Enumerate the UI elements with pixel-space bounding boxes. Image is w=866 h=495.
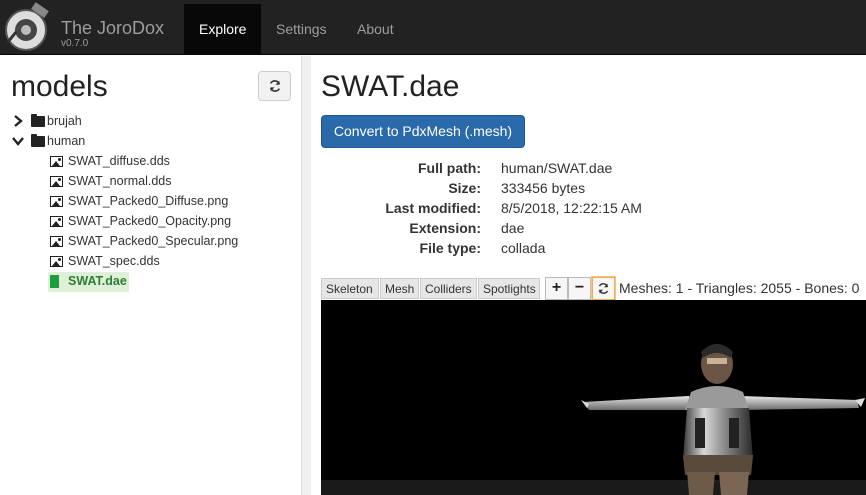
tree-file[interactable]: SWAT_diffuse.dds [50, 152, 250, 172]
info-row: Size: 333456 bytes [321, 180, 721, 200]
info-key: Size: [448, 180, 481, 196]
tab-skeleton[interactable]: Skeleton [321, 278, 379, 299]
info-key: Last modified: [385, 200, 481, 216]
info-key: Full path: [418, 160, 481, 176]
info-value: 8/5/2018, 12:22:15 AM [501, 200, 642, 216]
zoom-out-button[interactable]: − [568, 277, 591, 300]
tree-file[interactable]: SWAT_Packed0_Diffuse.png [50, 192, 250, 212]
tree-label: SWAT_normal.dds [68, 174, 172, 188]
chevron-right-icon[interactable] [12, 114, 24, 128]
file-browser: models brujah human SWAT_diffuse.dds SWA… [0, 56, 301, 495]
zoom-in-button[interactable]: + [545, 277, 568, 300]
info-value: human/SWAT.dae [501, 160, 613, 176]
info-row: File type: collada [321, 240, 721, 260]
chevron-down-icon[interactable] [12, 134, 24, 148]
info-row: Last modified: 8/5/2018, 12:22:15 AM [321, 200, 721, 220]
model-render [321, 344, 866, 495]
tree-file[interactable]: SWAT_normal.dds [50, 172, 250, 192]
tree-label: SWAT_diffuse.dds [68, 154, 170, 168]
tree-folder-human[interactable]: human [12, 132, 132, 152]
tree-label: SWAT_Packed0_Diffuse.png [68, 194, 229, 208]
app-title[interactable]: The JoroDox [61, 18, 164, 39]
folder-icon [31, 114, 45, 127]
image-file-icon [50, 256, 63, 267]
image-file-icon [50, 176, 63, 187]
panel-splitter[interactable] [301, 56, 311, 495]
image-file-icon [50, 216, 63, 227]
nav-explore[interactable]: Explore [184, 4, 262, 55]
info-row: Extension: dae [321, 220, 721, 240]
image-file-icon [50, 156, 63, 167]
navbar: The JoroDox v0.7.0 Explore Settings Abou… [0, 0, 866, 55]
file-title: SWAT.dae [321, 70, 460, 103]
info-row: Full path: human/SWAT.dae [321, 160, 721, 180]
info-value: dae [501, 220, 525, 236]
nav-settings[interactable]: Settings [261, 4, 342, 55]
file-icon [50, 275, 59, 288]
convert-button[interactable]: Convert to PdxMesh (.mesh) [321, 115, 525, 148]
tree-file[interactable]: SWAT_Packed0_Specular.png [50, 232, 260, 252]
tab-spotlights[interactable]: Spotlights [478, 278, 540, 299]
info-key: File type: [419, 240, 481, 256]
minus-icon: − [574, 279, 585, 296]
reset-view-button[interactable] [592, 277, 615, 300]
models-heading: models [11, 70, 108, 103]
refresh-icon [598, 283, 609, 294]
mesh-stats: Meshes: 1 - Triangles: 2055 - Bones: 0 [619, 280, 860, 296]
tree-folder-brujah[interactable]: brujah [12, 112, 132, 132]
tree-file-selected[interactable]: SWAT.dae [48, 272, 129, 292]
refresh-button[interactable] [258, 71, 291, 101]
image-file-icon [50, 196, 63, 207]
tree-label: SWAT_spec.dds [68, 254, 160, 268]
tree-label: human [47, 134, 86, 148]
info-value: collada [501, 240, 546, 256]
tree-file[interactable]: SWAT_spec.dds [50, 252, 250, 272]
tree-label: SWAT_Packed0_Specular.png [68, 234, 239, 248]
tree-label: brujah [47, 114, 82, 128]
tree-label: SWAT.dae [68, 274, 127, 288]
info-key: Extension: [409, 220, 481, 236]
info-value: 333456 bytes [501, 180, 586, 196]
tab-mesh[interactable]: Mesh [380, 278, 419, 299]
app-version: v0.7.0 [61, 38, 89, 49]
3d-viewport[interactable] [321, 300, 866, 495]
tab-colliders[interactable]: Colliders [420, 278, 477, 299]
nav-about[interactable]: About [342, 4, 409, 55]
plus-icon: + [551, 279, 562, 296]
tree-label: SWAT_Packed0_Opacity.png [68, 214, 232, 228]
refresh-icon [269, 80, 280, 92]
app-logo-icon [5, 2, 49, 51]
folder-open-icon [31, 134, 45, 147]
image-file-icon [50, 236, 63, 247]
tree-file[interactable]: SWAT_Packed0_Opacity.png [50, 212, 250, 232]
